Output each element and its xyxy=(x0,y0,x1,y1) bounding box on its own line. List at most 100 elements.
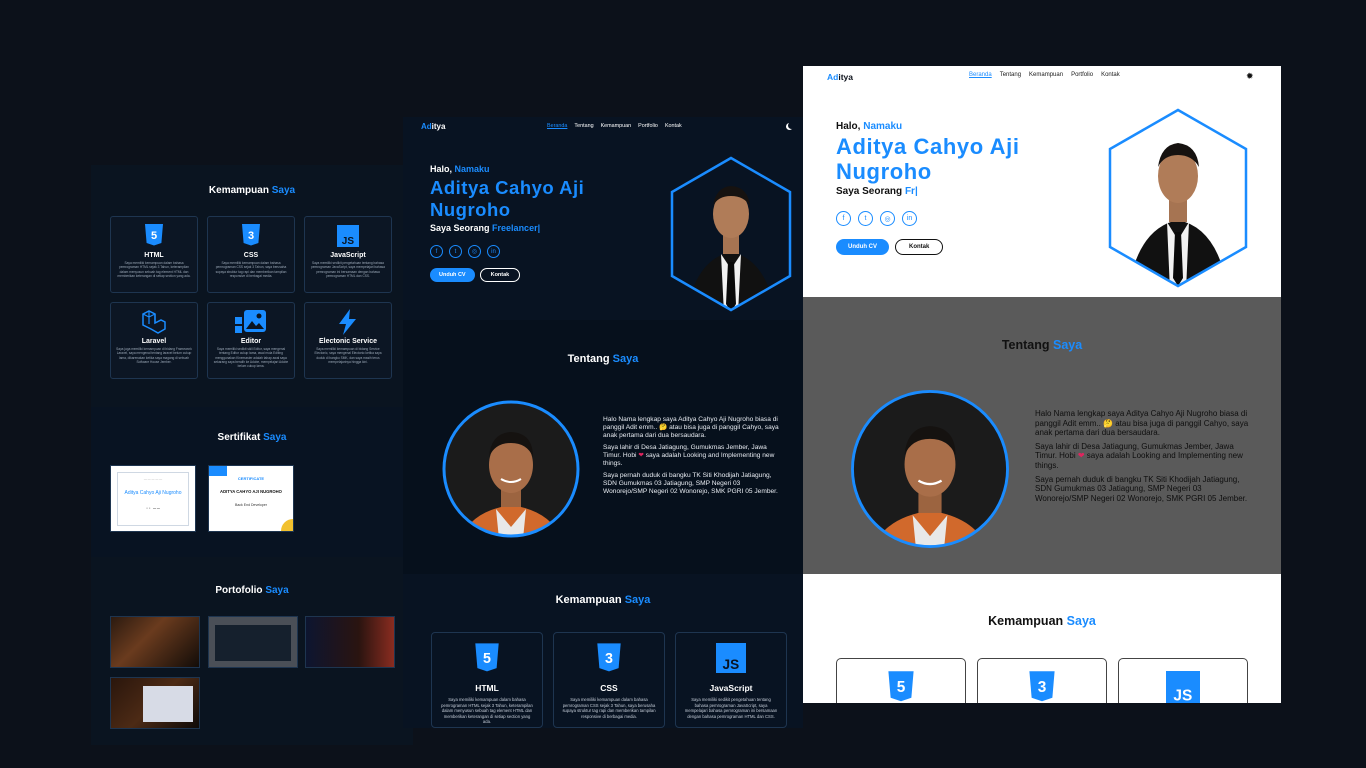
about-paragraph-3: Saya pernah duduk di bangku TK Siti Khod… xyxy=(603,472,778,495)
skill-desc: Saya memiliki kemampuan dalam bahasa pem… xyxy=(117,261,191,278)
download-cv-button[interactable]: Unduh CV xyxy=(430,268,475,282)
about-photo xyxy=(442,400,580,538)
download-cv-button[interactable]: Unduh CV xyxy=(836,239,889,255)
hero-name: Aditya Cahyo Aji Nugroho xyxy=(836,134,1020,184)
certificate-header-line: — — — — — xyxy=(143,477,163,481)
nav-portfolio[interactable]: Portfolio xyxy=(1071,72,1093,78)
css3-icon: 3 xyxy=(1029,671,1055,702)
skill-card-javascript: JS xyxy=(1118,658,1248,703)
laravel-icon xyxy=(111,310,197,334)
portfolio-title: Portofolio Saya xyxy=(91,585,413,596)
facebook-icon[interactable]: f xyxy=(836,211,851,226)
svg-text:3: 3 xyxy=(1038,679,1047,696)
skill-desc: Saya memiliki sedikit pengetahuan tentan… xyxy=(311,261,385,278)
hello-text: Halo, xyxy=(430,164,453,174)
facebook-icon[interactable]: f xyxy=(430,245,443,258)
nav-tentang[interactable]: Tentang xyxy=(574,123,593,129)
certificate-title-highlight: Saya xyxy=(263,432,287,443)
skill-name: Laravel xyxy=(141,338,167,345)
html5-icon: 5 xyxy=(888,671,914,702)
css3-icon: 3 xyxy=(208,224,294,248)
about-title-text: Tentang xyxy=(1001,338,1050,352)
skill-desc: Saya memiliki kemampuan di bidang Servic… xyxy=(314,347,382,364)
skill-card-html: 5 HTML Saya memiliki kemampuan dalam bah… xyxy=(110,216,198,293)
skill-desc: Saya juga memiliki kemampuan di bidang F… xyxy=(116,347,192,364)
certificate-sub: Back End Developer xyxy=(235,503,267,507)
skill-desc: Saya memiliki sedikit pengetahuan tentan… xyxy=(684,697,778,719)
logo[interactable]: Aditya xyxy=(421,122,445,131)
about-paragraph-3: Saya pernah duduk di bangku TK Siti Khod… xyxy=(1035,474,1248,503)
nav-links: Beranda Tentang Kemampuan Portfolio Kont… xyxy=(547,123,682,129)
nav-links: Beranda Tentang Kemampuan Portfolio Kont… xyxy=(969,72,1120,78)
social-links: f t ◎ in xyxy=(836,211,917,226)
instagram-icon[interactable]: ◎ xyxy=(468,245,481,258)
name-line2: Nugroho xyxy=(836,159,932,184)
logo-part1: Ad xyxy=(421,122,432,131)
linkedin-icon[interactable]: in xyxy=(902,211,917,226)
moon-icon[interactable] xyxy=(788,122,795,129)
certificate-card-1[interactable]: — — — — — Aditya Cahyo Aji Nugroho ● ● ▬… xyxy=(110,465,196,532)
portfolio-title-highlight: Saya xyxy=(265,585,289,596)
skill-name: JavaScript xyxy=(709,683,753,693)
thumb-screen xyxy=(215,625,291,661)
skills-title-text: Kemampuan xyxy=(988,614,1064,628)
contact-button[interactable]: Kontak xyxy=(895,239,944,255)
nav-kontak[interactable]: Kontak xyxy=(665,123,682,129)
left-preview-panel: Kemampuan Saya 5 HTML Saya memiliki kema… xyxy=(91,165,413,745)
certificate-frame: — — — — — Aditya Cahyo Aji Nugroho ● ● ▬… xyxy=(117,472,189,526)
skill-card-css: 3 CSS Saya memiliki kemampuan dalam baha… xyxy=(553,632,665,728)
twitter-icon[interactable]: t xyxy=(858,211,873,226)
hero-buttons: Unduh CV Kontak xyxy=(430,268,521,282)
twitter-icon[interactable]: t xyxy=(449,245,462,258)
skill-card-javascript: JS JavaScript Saya memiliki sedikit peng… xyxy=(304,216,392,293)
contact-button[interactable]: Kontak xyxy=(479,268,521,282)
portfolio-thumb-3[interactable] xyxy=(305,616,395,668)
javascript-icon: JS xyxy=(716,643,746,673)
portfolio-thumb-2[interactable] xyxy=(208,616,298,668)
linkedin-icon[interactable]: in xyxy=(487,245,500,258)
about-paragraph-2: Saya lahir di Desa Jatiagung, Gumukmas J… xyxy=(603,444,779,468)
hero-role: Saya Seorang Fr| xyxy=(836,186,918,197)
role-typed: Freelancer| xyxy=(492,223,541,233)
skill-name: CSS xyxy=(600,683,618,693)
nav-kemampuan[interactable]: Kemampuan xyxy=(1029,72,1063,78)
skill-name: Electonic Service xyxy=(319,338,377,345)
nav-kemampuan[interactable]: Kemampuan xyxy=(601,123,632,129)
role-typed: Fr| xyxy=(904,186,918,197)
about-title-highlight: Saya xyxy=(1052,338,1083,352)
svg-text:5: 5 xyxy=(483,651,491,667)
logo-part2: itya xyxy=(431,122,446,131)
javascript-icon: JS xyxy=(1166,671,1200,703)
certificate-corner-decoration xyxy=(209,466,227,476)
certificate-card-2[interactable]: CERTIFICATE ADITYA CAHYO AJI NUGROHO Bac… xyxy=(208,465,294,532)
nav-kontak[interactable]: Kontak xyxy=(1101,72,1120,78)
skill-name: CSS xyxy=(243,252,259,259)
skill-desc: Saya memiliki sedikit skill Editor, saya… xyxy=(213,347,289,369)
dark-mode-preview-panel: Aditya Beranda Tentang Kemampuan Portfol… xyxy=(403,117,803,728)
skills-grid-dark: 5 HTML Saya memiliki kemampuan dalam bah… xyxy=(431,632,787,728)
skill-card-laravel: Laravel Saya juga memiliki kemampuan di … xyxy=(110,302,198,379)
nav-beranda[interactable]: Beranda xyxy=(969,72,992,78)
about-text-dark: Halo Nama lengkap saya Aditya Cahyo Aji … xyxy=(603,416,779,500)
skill-card-css: 3 xyxy=(977,658,1107,703)
css3-icon: 3 xyxy=(597,643,621,672)
skill-card-electronic: Electonic Service Saya memiliki kemampua… xyxy=(304,302,392,379)
portfolio-title-text: Portofolio xyxy=(215,585,263,596)
portfolio-thumb-4[interactable] xyxy=(110,677,200,729)
thumb-screen xyxy=(143,686,193,722)
hello-highlight: Namaku xyxy=(863,121,903,132)
certificate-footer-line: ● ● ▬ ▬ xyxy=(146,506,160,510)
nav-portfolio[interactable]: Portfolio xyxy=(638,123,658,129)
portfolio-thumb-1[interactable] xyxy=(110,616,200,668)
skills-title-text: Kemampuan xyxy=(555,594,622,606)
logo-part2: itya xyxy=(838,72,853,82)
social-links: f t ◎ in xyxy=(430,245,500,258)
sun-icon[interactable]: ✹ xyxy=(1246,71,1254,82)
about-title-highlight: Saya xyxy=(612,353,639,365)
hero-buttons: Unduh CV Kontak xyxy=(836,239,944,255)
logo[interactable]: Aditya xyxy=(827,72,853,82)
name-line1: Aditya Cahyo Aji xyxy=(836,134,1020,159)
nav-tentang[interactable]: Tentang xyxy=(1000,72,1021,78)
instagram-icon[interactable]: ◎ xyxy=(880,211,895,226)
nav-beranda[interactable]: Beranda xyxy=(547,123,567,129)
